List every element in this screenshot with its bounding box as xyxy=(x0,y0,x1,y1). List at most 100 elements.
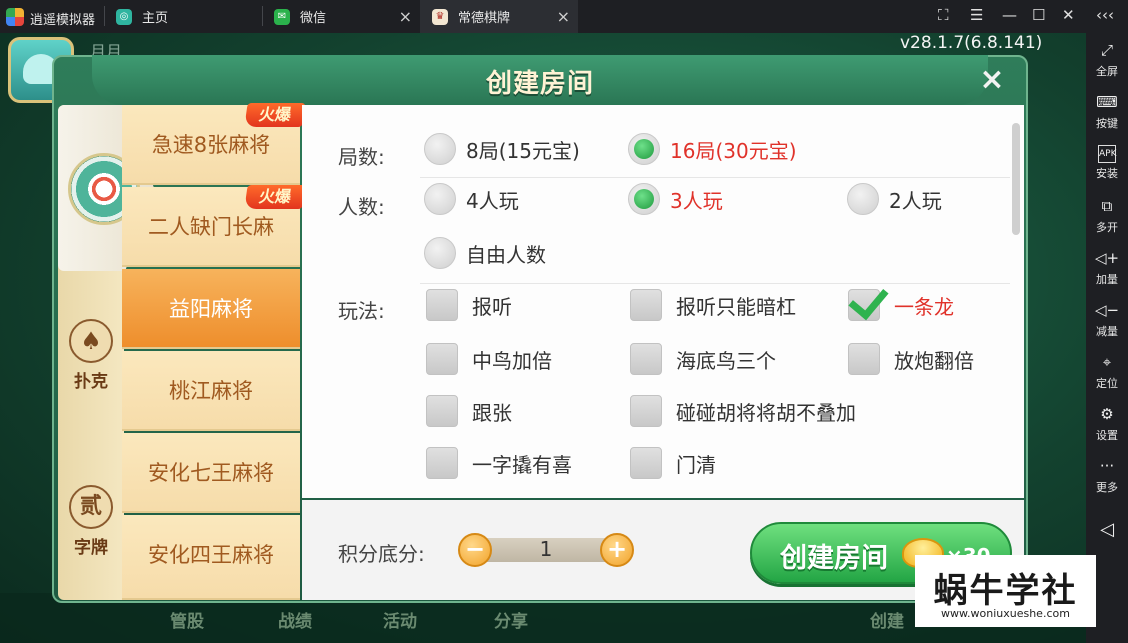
category-zipai[interactable]: 贰 字牌 xyxy=(58,485,124,558)
screenshot-icon[interactable]: ⛶ xyxy=(938,6,949,24)
zipai-icon: 贰 xyxy=(69,485,113,529)
sidebar-item-install[interactable]: APK 安装 xyxy=(1086,145,1128,181)
option-label: 自由人数 xyxy=(466,242,546,267)
collapse-sidebar-icon[interactable]: ‹‹‹ xyxy=(1096,6,1114,24)
sidebar-item-keymap[interactable]: ⌨ 按键 xyxy=(1086,93,1128,131)
rule-option[interactable]: 海底鸟三个 xyxy=(630,343,776,375)
sidebar-item-fullscreen[interactable]: ⤢ 全屏 xyxy=(1086,41,1128,79)
close-window-icon[interactable]: ✕ xyxy=(1062,6,1075,24)
close-tab-icon[interactable]: × xyxy=(557,7,570,26)
rule-option[interactable]: 报听只能暗杠 xyxy=(630,289,796,321)
option-label: 一条龙 xyxy=(894,294,954,319)
sidebar-item-volume-up[interactable]: ◁+ 加量 xyxy=(1086,249,1128,287)
checkbox[interactable] xyxy=(630,395,662,427)
game-item[interactable]: 安化四王麻将 xyxy=(122,515,300,600)
bottom-item[interactable]: 战绩 xyxy=(278,607,312,632)
rounds-label: 局数: xyxy=(338,145,385,169)
sidebar-item-multi[interactable]: ⧉ 多开 xyxy=(1086,197,1128,235)
checkbox[interactable] xyxy=(848,343,880,375)
rounds-option-8[interactable]: 8局(15元宝) xyxy=(424,133,580,165)
checkbox[interactable] xyxy=(426,343,458,375)
checkbox[interactable] xyxy=(630,343,662,375)
rule-option[interactable]: 门清 xyxy=(630,447,716,479)
game-item-label: 安化七王麻将 xyxy=(148,461,274,485)
rule-option[interactable]: 报听 xyxy=(426,289,512,321)
bottom-item[interactable]: 活动 xyxy=(383,607,417,632)
tab-label: 主页 xyxy=(142,11,169,26)
checkbox[interactable] xyxy=(630,289,662,321)
option-label: 中鸟加倍 xyxy=(472,348,552,373)
option-label: 3人玩 xyxy=(670,188,723,213)
sidebar-item-settings[interactable]: ⚙ 设置 xyxy=(1086,405,1128,443)
players-option-4[interactable]: 4人玩 xyxy=(424,183,519,215)
category-poker[interactable]: ♠ 扑克 xyxy=(58,319,124,392)
option-label: 一字撬有喜 xyxy=(472,452,572,477)
rule-option[interactable]: 一字撬有喜 xyxy=(426,447,572,479)
location-icon: ⌖ xyxy=(1102,353,1112,371)
game-item-label: 桃江麻将 xyxy=(169,379,253,403)
score-label: 积分底分: xyxy=(338,542,425,566)
radio-button[interactable] xyxy=(424,183,456,215)
emulator-window: 逍遥模拟器 ◎ 主页 ✉ 微信 × ♛ 常德棋牌 × ⛶ ☰ — ☐ ✕ ‹‹‹… xyxy=(0,0,1128,643)
checkbox[interactable] xyxy=(630,447,662,479)
radio-button[interactable] xyxy=(424,133,456,165)
game-item[interactable]: 急速8张麻将 火爆 xyxy=(122,103,306,185)
score-value: 1 xyxy=(539,537,553,561)
checkbox[interactable] xyxy=(426,289,458,321)
radio-button[interactable] xyxy=(847,183,879,215)
game-list: 急速8张麻将 火爆 二人缺门长麻 火爆 益阳麻将 桃江麻将 安化七王麻将 安化四 xyxy=(122,103,306,600)
option-label: 放炮翻倍 xyxy=(894,348,974,373)
decrease-button[interactable]: − xyxy=(458,533,492,567)
close-tab-icon[interactable]: × xyxy=(399,7,412,26)
maximize-icon[interactable]: ☐ xyxy=(1032,6,1045,24)
watermark-url: www.woniuxueshe.com xyxy=(941,607,1070,620)
game-item[interactable]: 桃江麻将 xyxy=(122,351,300,431)
rule-option-checked[interactable]: 一条龙 xyxy=(848,289,954,321)
home-icon: ◎ xyxy=(116,8,132,25)
checkbox-checked[interactable] xyxy=(848,289,880,321)
radio-button[interactable] xyxy=(424,237,456,269)
sidebar-item-label: 安装 xyxy=(1096,167,1118,180)
sidebar-item-location[interactable]: ⌖ 定位 xyxy=(1086,353,1128,391)
players-option-2[interactable]: 2人玩 xyxy=(847,183,942,215)
rule-option[interactable]: 中鸟加倍 xyxy=(426,343,552,375)
rule-option[interactable]: 放炮翻倍 xyxy=(848,343,974,375)
players-option-free[interactable]: 自由人数 xyxy=(424,237,546,269)
sidebar-item-label: 设置 xyxy=(1096,429,1118,442)
bottom-item[interactable]: 创建 xyxy=(870,607,904,632)
tab-home[interactable]: ◎ 主页 xyxy=(104,0,262,33)
rule-option[interactable]: 跟张 xyxy=(426,395,512,427)
tab-changde-chess[interactable]: ♛ 常德棋牌 × xyxy=(420,0,578,33)
create-room-label: 创建房间 xyxy=(780,543,888,574)
option-label: 16局(30元宝) xyxy=(670,138,797,163)
category-column: ♠ 扑克 贰 字牌 xyxy=(58,105,154,600)
back-button[interactable]: ◁ xyxy=(1086,521,1128,541)
titlebar: 逍遥模拟器 ◎ 主页 ✉ 微信 × ♛ 常德棋牌 × ⛶ ☰ — ☐ ✕ ‹‹‹ xyxy=(0,0,1128,33)
rule-option[interactable]: 碰碰胡将将胡不叠加 xyxy=(630,395,856,427)
tab-wechat[interactable]: ✉ 微信 × xyxy=(262,0,420,33)
tab-label: 微信 xyxy=(300,11,327,26)
volume-down-icon: ◁− xyxy=(1094,301,1120,319)
sidebar-item-more[interactable]: ··· 更多 xyxy=(1086,457,1128,495)
players-option-3[interactable]: 3人玩 xyxy=(628,183,723,215)
game-item-selected[interactable]: 益阳麻将 xyxy=(122,269,300,349)
radio-button-selected[interactable] xyxy=(628,183,660,215)
bottom-item[interactable]: 分享 xyxy=(494,607,528,632)
menu-icon[interactable]: ☰ xyxy=(970,6,983,24)
checkbox[interactable] xyxy=(426,447,458,479)
radio-button-selected[interactable] xyxy=(628,133,660,165)
checkbox[interactable] xyxy=(426,395,458,427)
sidebar-item-volume-down[interactable]: ◁− 减量 xyxy=(1086,301,1128,339)
watermark: 蜗牛学社 www.woniuxueshe.com xyxy=(915,555,1096,627)
game-item[interactable]: 安化七王麻将 xyxy=(122,433,300,513)
app-name: 逍遥模拟器 xyxy=(30,13,96,28)
scrollbar[interactable] xyxy=(1012,123,1020,235)
minimize-icon[interactable]: — xyxy=(1002,6,1017,24)
bottom-item[interactable]: 管股 xyxy=(170,607,204,632)
game-item[interactable]: 二人缺门长麻 火爆 xyxy=(122,185,306,267)
option-label: 碰碰胡将将胡不叠加 xyxy=(676,400,856,425)
emulator-logo-icon xyxy=(6,8,24,26)
increase-button[interactable]: + xyxy=(600,533,634,567)
close-dialog-button[interactable]: × xyxy=(976,65,1008,97)
rounds-option-16[interactable]: 16局(30元宝) xyxy=(628,133,797,165)
